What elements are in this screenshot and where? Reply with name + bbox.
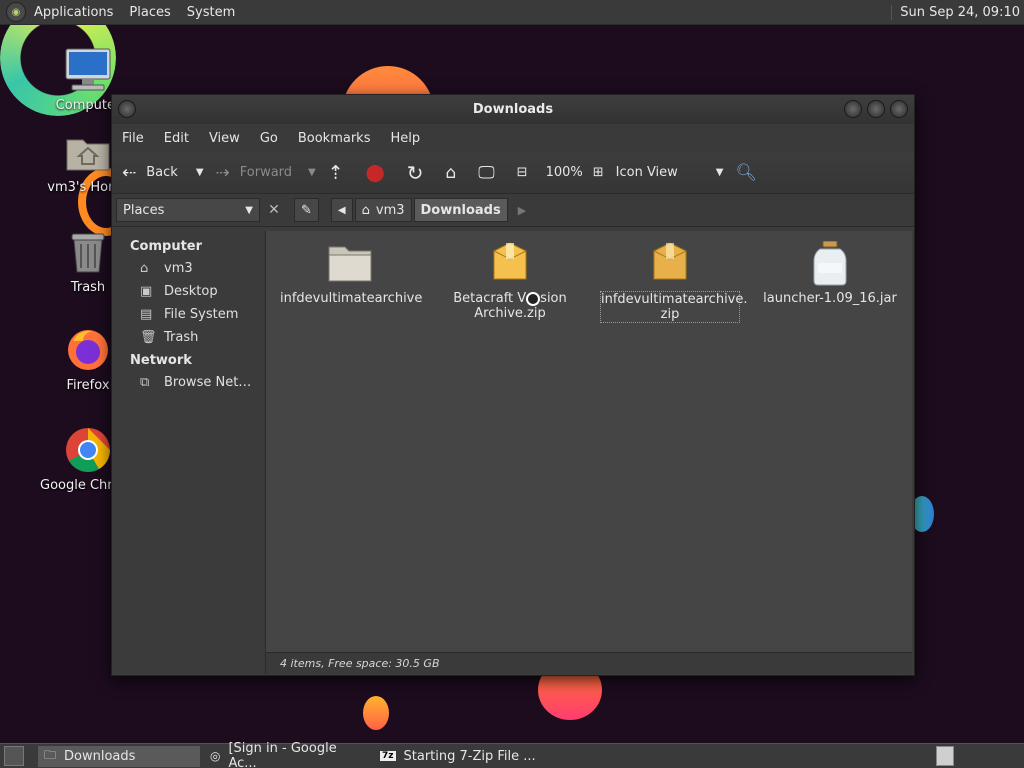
trash-icon: 🗑︎	[140, 330, 157, 345]
home-icon: ⌂	[361, 202, 370, 218]
maximize-button[interactable]	[867, 100, 885, 118]
stop-button[interactable]: ⬤	[366, 163, 395, 183]
chevron-down-icon: ▼	[245, 204, 253, 216]
network-icon: ⧉	[140, 375, 150, 390]
zoom-level[interactable]: 100%	[546, 165, 583, 180]
computer-icon	[64, 46, 112, 94]
sidebar-item-browse-network[interactable]: ⧉ Browse Net…	[112, 371, 265, 394]
menu-view[interactable]: View	[199, 131, 250, 146]
folder-icon	[326, 241, 374, 285]
zip-archive-icon	[486, 241, 534, 285]
folder-icon: 🗀	[44, 747, 57, 762]
sidebar-item-desktop[interactable]: ▣ Desktop	[112, 280, 265, 303]
window-menu-button[interactable]	[118, 100, 136, 118]
chevron-right-icon[interactable]: ▶	[518, 204, 526, 217]
drive-icon: ▤	[140, 307, 153, 322]
reload-button[interactable]: ↻	[407, 161, 434, 185]
menu-file[interactable]: File	[112, 131, 154, 146]
file-item-zip-selected[interactable]: infdevultimatearchive. zip	[600, 241, 748, 323]
computer-icon: 🖵	[478, 162, 495, 183]
reload-icon: ↻	[406, 160, 424, 185]
chrome-icon	[64, 426, 112, 474]
decor-blob	[363, 696, 389, 730]
file-manager-window: Downloads File Edit View Go Bookmarks He…	[111, 94, 915, 676]
places-menu[interactable]: Places	[121, 5, 178, 20]
places-sidebar: Computer ⌂ vm3 ▣ Desktop ▤ File System 🗑︎ Tr…	[112, 231, 266, 674]
zip-archive-icon	[646, 241, 694, 285]
breadcrumb-prev-button[interactable]: ◀	[330, 198, 353, 222]
applications-menu[interactable]: Applications	[26, 5, 121, 20]
breadcrumb-vm3[interactable]: ⌂ vm3	[354, 198, 412, 222]
menu-help[interactable]: Help	[380, 131, 430, 146]
file-item-folder[interactable]: infdevultimatearchive	[280, 241, 422, 306]
7zip-icon: 7z	[380, 751, 396, 761]
back-arrow-icon: ⇠	[122, 162, 137, 183]
chevron-left-icon: ◀	[337, 204, 346, 216]
home-folder-icon	[64, 128, 112, 176]
mate-logo-icon[interactable]: ◉	[6, 2, 26, 22]
system-menu[interactable]: System	[179, 5, 243, 20]
forward-history-dropdown-icon[interactable]: ▼	[308, 167, 316, 178]
file-item-jar[interactable]: launcher-1.09_16.jar	[760, 240, 900, 306]
chevron-down-icon: ▼	[715, 167, 724, 178]
stop-icon: ⬤	[365, 162, 385, 183]
computer-button[interactable]: 🖵	[478, 163, 504, 183]
view-mode-select[interactable]: Icon View ▼	[616, 165, 724, 180]
places-selector[interactable]: Places ▼	[116, 198, 260, 222]
back-button[interactable]: ⇠ Back ▼	[122, 163, 204, 183]
task-chrome-signin[interactable]: ◎ [Sign in - Google Ac...	[204, 741, 370, 768]
menu-edit[interactable]: Edit	[154, 131, 199, 146]
menu-bookmarks[interactable]: Bookmarks	[288, 131, 381, 146]
zoom-out-button[interactable]: ⊟	[517, 165, 534, 180]
jar-file-icon	[806, 240, 854, 286]
show-desktop-button[interactable]	[4, 746, 24, 766]
file-item-zip[interactable]: Betacraft Vsion Archive.zip	[440, 241, 580, 321]
up-button[interactable]: ⇡	[328, 162, 354, 184]
close-sidebar-icon[interactable]: ✕	[264, 199, 284, 221]
home-icon: ⌂	[445, 162, 457, 183]
toolbar: ⇠ Back ▼ ⇢ Forward ▼ ⇡ ⬤ ↻ ⌂ 🖵 ⊟ 100% ⊞ …	[112, 152, 914, 194]
chrome-icon: ◎	[210, 749, 221, 763]
desktop-folder-icon: ▣	[140, 284, 153, 299]
back-history-dropdown-icon[interactable]: ▼	[196, 167, 204, 178]
breadcrumb-downloads[interactable]: Downloads	[413, 198, 508, 222]
forward-button[interactable]: ⇢ Forward ▼	[216, 163, 316, 183]
sidebar-header-network: Network	[130, 353, 192, 368]
search-button[interactable]: 🔍︎	[736, 163, 768, 183]
window-title: Downloads	[472, 102, 554, 117]
breadcrumb: ✎ ◀ ⌂ vm3 Downloads ▶	[294, 198, 526, 222]
sidebar-item-file-system[interactable]: ▤ File System	[112, 303, 265, 326]
location-bar: Places ▼ ✕ ✎ ◀ ⌂ vm3 Downloads ▶	[112, 194, 914, 227]
firefox-icon	[64, 326, 112, 374]
file-view[interactable]: infdevultimatearchive Betacraft Vsion Ar…	[266, 231, 912, 652]
bottom-panel: 🗀 Downloads ◎ [Sign in - Google Ac... 7z…	[0, 741, 1024, 768]
home-icon: ⌂	[140, 261, 149, 276]
minimize-button[interactable]	[844, 100, 862, 118]
forward-arrow-icon: ⇢	[215, 162, 230, 183]
task-downloads[interactable]: 🗀 Downloads	[38, 745, 200, 767]
zoom-in-button[interactable]: ⊞	[593, 165, 604, 180]
edit-location-button[interactable]: ✎	[294, 198, 319, 222]
menu-go[interactable]: Go	[250, 131, 288, 146]
sidebar-item-vm3[interactable]: ⌂ vm3	[112, 257, 265, 280]
status-bar: 4 items, Free space: 30.5 GB	[266, 652, 912, 674]
zoom-in-icon: ⊞	[592, 165, 604, 180]
search-icon: 🔍︎	[735, 162, 758, 183]
up-arrow-icon: ⇡	[327, 161, 344, 184]
clock[interactable]: Sun Sep 24, 09:10	[891, 4, 1020, 20]
top-panel: ◉ Applications Places System Sun Sep 24,…	[0, 0, 1024, 25]
close-button[interactable]	[890, 100, 908, 118]
trash-icon	[64, 228, 112, 276]
sidebar-item-trash[interactable]: 🗑︎ Trash	[112, 326, 265, 349]
task-7zip[interactable]: 7z Starting 7-Zip File ...	[374, 746, 542, 767]
window-titlebar[interactable]: Downloads	[112, 95, 914, 124]
busy-cursor-icon	[526, 291, 541, 306]
workspace-switcher[interactable]	[936, 746, 954, 766]
pencil-icon: ✎	[301, 202, 312, 218]
sidebar-header-computer: Computer	[130, 239, 203, 254]
menubar: File Edit View Go Bookmarks Help	[112, 124, 914, 152]
zoom-out-icon: ⊟	[516, 165, 528, 180]
home-button[interactable]: ⌂	[445, 163, 466, 183]
